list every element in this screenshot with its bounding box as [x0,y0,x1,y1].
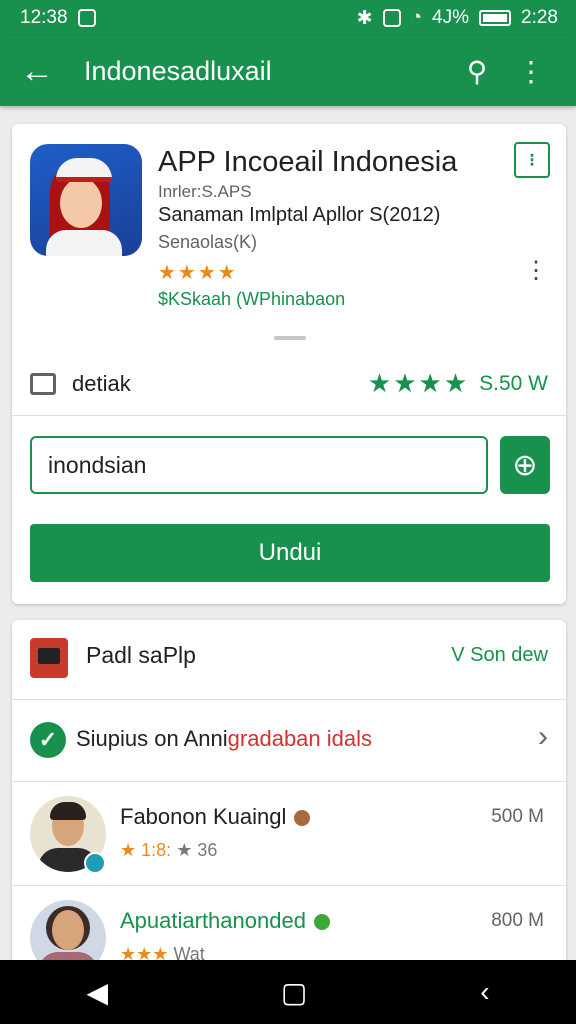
page-title: Indonesadluxail [84,55,272,86]
detail-row[interactable]: detiak ★★★★ S.50 W [12,352,566,416]
verified-badge-icon [84,852,106,874]
nav-home-icon[interactable]: ▢ [281,976,307,1009]
reviewer-name: Fabonon Kuaingl [120,804,311,830]
add-button[interactable]: ⊕ [500,436,550,494]
app-detail-card: APP Incoeail Indonesia Inrler:S.APS Sana… [12,124,566,604]
section-title: Padl saPlp [86,642,196,668]
drag-handle[interactable] [274,336,306,340]
app-title: APP Incoeail Indonesia [158,146,458,178]
detail-rating-stars: ★★★★ [367,368,470,398]
bluetooth-icon: ✱ [356,7,373,29]
install-button[interactable]: Undui [30,524,550,582]
nav-back-icon[interactable]: ◀ [86,976,108,1009]
notice-text-primary: Siupius on Anni [76,726,228,751]
status-time-left: 12:38 [20,7,68,28]
battery-icon [479,10,512,26]
verified-check-icon [313,914,330,931]
detail-icon [30,372,56,395]
app-bar: ← Indonesadluxail ⚲ ⋮ [0,36,576,106]
wifi-icon: ◔ [410,7,423,28]
search-icon[interactable]: ⚲ [450,55,504,88]
item-size: 800 M [491,910,544,931]
app-meta-line: Sanaman Imlptal Apllor S(2012) [158,204,441,226]
list-item[interactable]: Fabonon Kuaingl ★ 1:8: ★ 36 500 M [12,782,566,886]
nfc-icon [382,9,401,27]
app-overflow-menu-icon[interactable]: ⋮ [524,256,548,285]
detail-label: detiak [72,370,131,396]
notice-text-warning: gradaban idals [227,726,373,751]
notice-text: Siupius on Annigradaban idals [76,726,372,752]
notification-icon [77,9,96,27]
status-bar: 12:38 ✱ ◔ 4J% 2:28 [0,0,576,36]
section-icon [30,638,68,678]
section-header: Padl saPlp V Son dew [12,620,566,700]
detail-size: S.50 W [479,371,548,395]
check-circle-icon: ✓ [30,722,66,758]
reviewer-name: Apuatiarthanonded [120,908,330,934]
more-options-icon[interactable]: ⋮ [504,55,558,88]
system-nav-bar: ◀ ▢ ‹ [0,960,576,1024]
reviewer-badge-icon [294,810,311,827]
chevron-right-icon[interactable]: › [538,720,548,754]
reviewer-rating: ★ 1:8: ★ 36 [120,840,218,860]
status-time-right: 2:28 [521,7,558,28]
app-icon[interactable] [30,144,142,256]
app-meta-line-2: Senaolas(K) [158,232,258,252]
app-developer: Inrler:S.APS [158,182,252,201]
search-input[interactable] [30,436,488,494]
item-size: 500 M [491,806,544,827]
nav-recent-icon[interactable]: ‹ [480,976,489,1008]
section-action-link[interactable]: V Son dew [451,644,548,667]
signal-text: 4J% [432,7,470,28]
app-rating-stars: ★★★★ [158,262,238,284]
back-arrow-icon[interactable]: ← [20,52,66,91]
notice-row[interactable]: ✓ Siupius on Annigradaban idals › [12,700,566,782]
app-price: $KSkaah (WPhinabaon [158,289,346,309]
wishlist-icon[interactable]: ⁝ [514,142,550,178]
